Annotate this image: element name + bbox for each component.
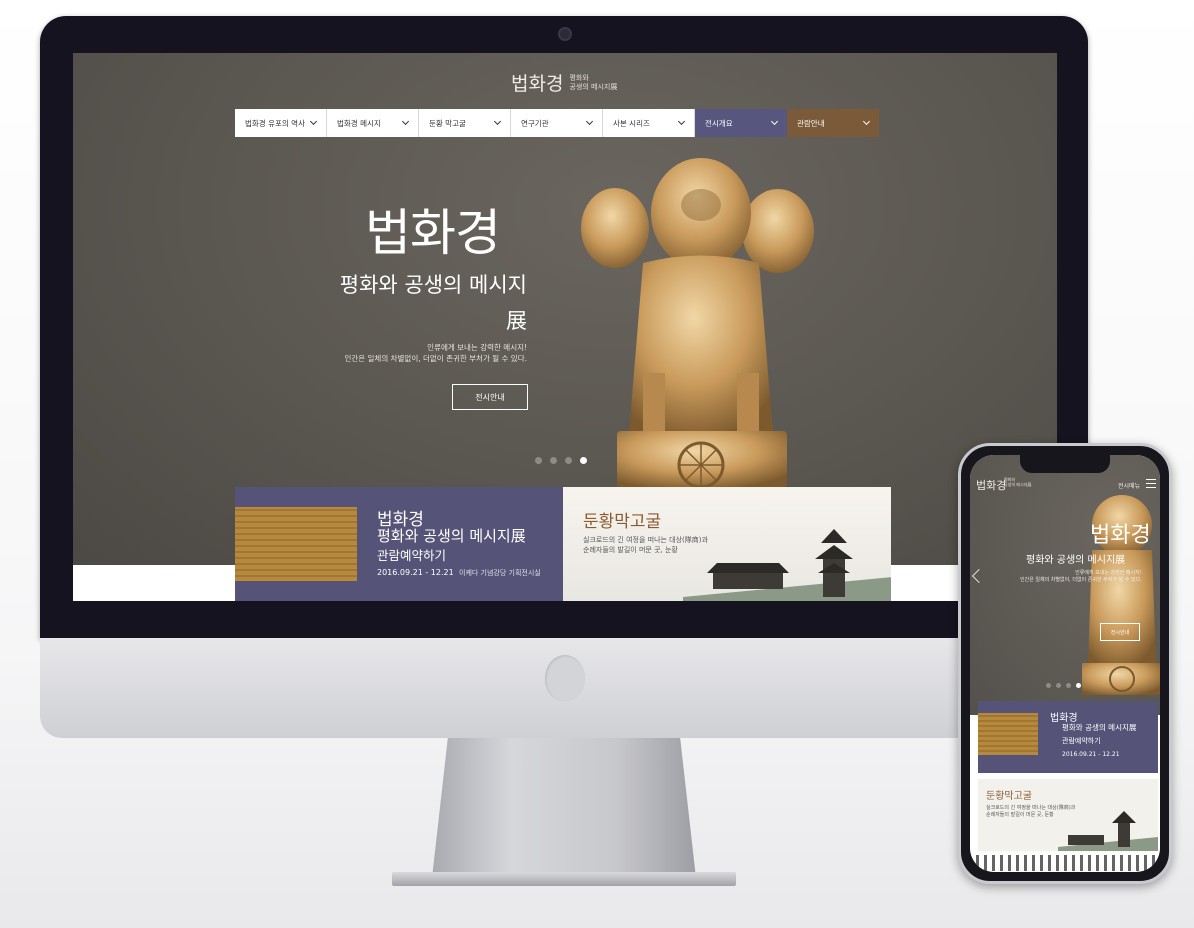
carousel-dot[interactable]: [550, 457, 557, 464]
mobile-website: 법화경 평화와 공생의 메시지展 전시메뉴 법화경 평화와 공생의 메시지展 인…: [970, 455, 1160, 872]
manuscript-image: [235, 507, 357, 581]
main-nav: 법화경 유포의 역사 법화경 메시지 둔황 막고굴 연구기관 사본 시리즈 전시…: [235, 109, 879, 137]
imac-foot: [392, 872, 736, 886]
carousel-dot[interactable]: [1046, 683, 1051, 688]
nav-item-label: 연구기관: [521, 118, 549, 128]
nav-item-manuscripts[interactable]: 사본 시리즈: [603, 109, 695, 137]
carousel-dot-active[interactable]: [1076, 683, 1081, 688]
chevron-down-icon: [401, 117, 410, 126]
mobile-hero-description: 인류에게 보내는 강력한 메시지! 인간은 일체의 차별없이, 더없이 존귀한 …: [1020, 570, 1142, 584]
hero-description: 인류에게 보내는 강력한 메시지! 인간은 일체의 차별없이, 더없이 존귀한 …: [344, 342, 527, 364]
nav-item-label: 사본 시리즈: [613, 118, 650, 128]
reservation-card-subtitle: 평화와 공생의 메시지展: [377, 527, 526, 545]
nav-item-visit-info[interactable]: 관람안내: [787, 109, 879, 137]
chevron-down-icon: [677, 117, 686, 126]
mobile-carousel-indicators: [1046, 683, 1081, 688]
chevron-down-icon: [493, 117, 502, 126]
chevron-down-icon: [309, 117, 318, 126]
logo-subtitle: 평화와 공생의 메시지展: [569, 74, 617, 92]
chevron-left-icon[interactable]: [971, 568, 987, 584]
carousel-dot[interactable]: [1056, 683, 1061, 688]
desktop-website: 법화경 평화와 공생의 메시지展 법화경 유포의 역사 법화경 메시지 둔황 막…: [73, 53, 1057, 601]
nav-item-overview[interactable]: 전시개요: [695, 109, 787, 137]
mobile-manuscript-image: [978, 713, 1038, 755]
mobile-phone: 법화경 평화와 공생의 메시지展 전시메뉴 법화경 평화와 공생의 메시지展 인…: [958, 443, 1172, 884]
reservation-dates: 2016.09.21 - 12.21: [377, 568, 454, 577]
carousel-dot[interactable]: [1066, 683, 1071, 688]
mobile-pagoda-image: [1058, 811, 1158, 851]
dunhuang-card-title: 둔황막고굴: [583, 512, 662, 532]
mobile-hero-description-line-1: 인류에게 보내는 강력한 메시지!: [1075, 570, 1142, 576]
hero-subtitle: 평화와 공생의 메시지: [339, 273, 527, 297]
hamburger-menu-icon[interactable]: [1146, 479, 1156, 488]
mobile-hero: 법화경 평화와 공생의 메시지展 전시메뉴 법화경 평화와 공생의 메시지展 인…: [970, 455, 1160, 715]
chevron-down-icon: [770, 117, 779, 126]
hero-title: 법화경: [365, 204, 501, 262]
mobile-logo[interactable]: 법화경: [976, 477, 1006, 493]
mobile-logo-subtitle-line-2: 공생의 메시지展: [1004, 482, 1032, 487]
calligraphy-strip-image: [976, 855, 1156, 871]
carousel-dot-active[interactable]: [580, 457, 587, 464]
nav-item-label: 전시개요: [705, 118, 733, 128]
site-logo[interactable]: 법화경 평화와 공생의 메시지展: [511, 69, 617, 96]
imac-stand: [432, 738, 696, 878]
chevron-down-icon: [862, 117, 871, 126]
chevron-down-icon: [585, 117, 594, 126]
hero-description-line-2: 인간은 일체의 차별없이, 더없이 존귀한 부처가 될 수 있다.: [344, 354, 527, 363]
mobile-logo-subtitle: 평화와 공생의 메시지展: [1004, 477, 1031, 487]
mobile-reservation-subtitle: 평화와 공생의 메시지展: [1062, 723, 1137, 732]
hero-description-line-1: 인류에게 보내는 강력한 메시지!: [427, 343, 527, 352]
mobile-dunhuang-card[interactable]: 둔황막고굴 실크로드의 긴 여정을 떠나는 대상(隊商)과 순례자들의 발길이 …: [978, 779, 1158, 851]
mobile-reservation-dates: 2016.09.21 - 12.21: [1062, 751, 1120, 758]
phone-notch: [1020, 455, 1110, 473]
mobile-menu-label[interactable]: 전시메뉴: [1118, 481, 1140, 490]
carousel-indicators: [535, 457, 587, 464]
nav-item-history[interactable]: 법화경 유포의 역사: [235, 109, 327, 137]
carousel-dot[interactable]: [535, 457, 542, 464]
nav-item-label: 관람안내: [797, 118, 825, 128]
reservation-link[interactable]: 관람예약하기: [377, 545, 446, 564]
dunhuang-card[interactable]: 둔황막고굴 실크로드의 긴 여정을 떠나는 대상(隊商)과 순례자들의 발길이 …: [563, 487, 891, 601]
nav-item-label: 법화경 유포의 역사: [245, 118, 305, 128]
reservation-venue: 이케다 기념강당 기획전시실: [459, 569, 541, 577]
exhibition-guide-button[interactable]: 전시안내: [452, 384, 528, 410]
hero-exhibition-char: 展: [506, 309, 527, 333]
mobile-reservation-link[interactable]: 관람예약하기: [1062, 736, 1101, 746]
camera-icon: [558, 27, 572, 41]
reservation-card[interactable]: 법화경 평화와 공생의 메시지展 관람예약하기 2016.09.21 - 12.…: [235, 487, 563, 601]
mobile-exhibition-guide-button[interactable]: 전시안내: [1100, 623, 1140, 641]
nav-item-institutes[interactable]: 연구기관: [511, 109, 603, 137]
carousel-dot[interactable]: [565, 457, 572, 464]
nav-item-dunhuang[interactable]: 둔황 막고굴: [419, 109, 511, 137]
mobile-reservation-card[interactable]: 법화경 평화와 공생의 메시지展 관람예약하기 2016.09.21 - 12.…: [978, 701, 1158, 773]
nav-item-label: 둔황 막고굴: [429, 118, 466, 128]
nav-item-label: 법화경 메시지: [337, 118, 381, 128]
lion-capital-image: [581, 158, 814, 488]
mobile-hero-description-line-2: 인간은 일체의 차별없이, 더없이 존귀한 부처가 될 수 있다.: [1020, 577, 1142, 583]
logo-subtitle-line-2: 공생의 메시지展: [569, 82, 618, 91]
mobile-hero-subtitle: 평화와 공생의 메시지展: [1026, 555, 1126, 566]
apple-logo-icon: [545, 655, 585, 701]
pagoda-landscape-image: [683, 529, 891, 601]
mobile-dunhuang-title: 둔황막고굴: [986, 791, 1032, 802]
mobile-hero-title: 법화경: [1090, 523, 1151, 548]
logo-subtitle-line-1: 평화와: [569, 73, 589, 82]
logo-title: 법화경: [511, 73, 564, 95]
nav-item-message[interactable]: 법화경 메시지: [327, 109, 419, 137]
